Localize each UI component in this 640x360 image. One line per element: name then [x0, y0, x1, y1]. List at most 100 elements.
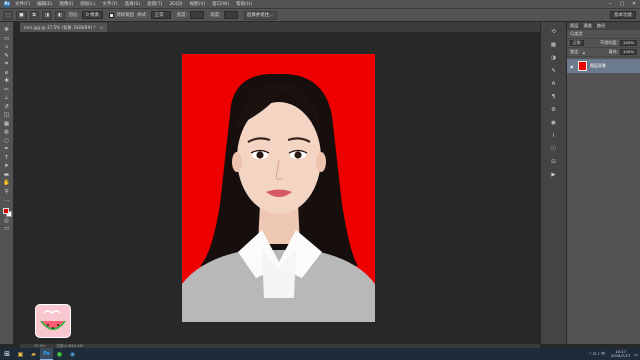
wechat-icon[interactable]: ●	[53, 348, 66, 360]
system-tray: ^ ⊡ ♪ 中 10:27 2018/7/27 ▭	[589, 348, 638, 360]
properties-icon[interactable]: ⚙	[550, 106, 558, 114]
photoshop-icon[interactable]: Ps	[40, 348, 53, 360]
fill-input[interactable]: 100%	[620, 49, 637, 55]
watermelon-icon	[40, 310, 66, 330]
clock[interactable]: 10:27 2018/7/27	[610, 349, 631, 358]
pen-tool[interactable]: ✒	[2, 145, 12, 154]
foreground-color-swatch[interactable]	[2, 207, 9, 214]
info-icon[interactable]: ⓘ	[550, 145, 558, 153]
actions-icon[interactable]: ▶	[550, 171, 558, 179]
adjustments-icon[interactable]: ◑	[550, 54, 558, 62]
antialias-label: 消除锯齿	[116, 13, 135, 18]
subtract-selection-button[interactable]: ◨	[41, 10, 53, 20]
height-input[interactable]	[223, 11, 238, 19]
height-label: 高度:	[210, 13, 221, 18]
paths-icon[interactable]: ⌇	[550, 132, 558, 140]
photoshop-logo-icon: Ps	[4, 1, 10, 7]
gradient-tool[interactable]: ▦	[2, 120, 12, 129]
menu-view[interactable]: 视图(V)	[190, 1, 206, 7]
filter-kind-select[interactable]: Ｑ类型	[570, 31, 583, 37]
menu-layer[interactable]: 图层(L)	[80, 1, 95, 7]
clone-stamp-tool[interactable]: ⊥	[2, 94, 12, 103]
style-label: 样式:	[137, 13, 148, 18]
layer-name: 图层背景	[590, 63, 606, 68]
crop-tool[interactable]: ⌗	[2, 60, 12, 69]
paragraph-icon[interactable]: ¶	[550, 93, 558, 101]
antialias-checkbox[interactable]	[109, 12, 115, 18]
visibility-eye-icon[interactable]: ◉	[570, 64, 575, 69]
folder-icon[interactable]: ▰	[27, 348, 40, 360]
quick-mask-icon[interactable]: ◎	[2, 217, 12, 226]
blur-tool[interactable]: ◍	[2, 128, 12, 137]
width-label: 宽度:	[176, 13, 188, 18]
minimize-button[interactable]: –	[604, 0, 616, 8]
screen-mode-icon[interactable]: ▭	[2, 225, 12, 234]
tab-channels[interactable]: 通道	[583, 23, 591, 29]
menu-select[interactable]: 选择(S)	[125, 1, 140, 7]
history-icon[interactable]: ⟲	[550, 28, 558, 36]
file-explorer-icon[interactable]: ▣	[14, 348, 27, 360]
character-icon[interactable]: A	[550, 80, 558, 88]
notification-icon[interactable]: ▭	[634, 352, 638, 357]
close-tab-icon[interactable]: ×	[100, 25, 104, 30]
type-tool[interactable]: T	[2, 154, 12, 163]
tab-paths[interactable]: 路径	[597, 23, 605, 29]
maximize-button[interactable]: ▢	[616, 0, 628, 8]
move-tool[interactable]: ✥	[2, 26, 12, 35]
watermelon-sticker-icon	[35, 304, 71, 338]
document-tab[interactable]: mm.jpg @ 37.5% (背景, RGB/8#) * ×	[20, 23, 108, 32]
eraser-tool[interactable]: ◫	[2, 111, 12, 120]
lasso-tool[interactable]: ↄ	[2, 43, 12, 52]
menu-file[interactable]: 文件(F)	[15, 1, 30, 7]
layer-filter-row: Ｑ类型	[567, 30, 640, 39]
lock-row: 锁定: 🔒︎ 填充: 100%	[567, 48, 640, 57]
blend-row: 正常 不透明度: 100%	[567, 39, 640, 48]
clock-date: 2018/7/27	[610, 353, 631, 358]
menu-edit[interactable]: 编辑(E)	[37, 1, 52, 7]
style-select[interactable]: 正常	[150, 11, 171, 19]
browser-icon[interactable]: ◉	[66, 348, 79, 360]
healing-tool[interactable]: ✚	[2, 77, 12, 86]
menu-image[interactable]: 图像(I)	[59, 1, 73, 7]
menu-window[interactable]: 窗口(W)	[212, 1, 229, 7]
feather-label: 羽化:	[68, 13, 79, 18]
portrait-photo[interactable]	[182, 54, 375, 322]
new-selection-button[interactable]: ■	[16, 10, 27, 20]
refine-edge-button[interactable]: 选择并遮住...	[243, 10, 277, 20]
shape-tool[interactable]: ▬	[2, 171, 12, 180]
channels-icon[interactable]: ◉	[550, 119, 558, 127]
intersect-selection-button[interactable]: ◧	[55, 10, 66, 20]
opacity-input[interactable]: 100%	[620, 40, 637, 46]
dodge-tool[interactable]: ○	[2, 137, 12, 146]
lock-icon[interactable]: 🔒︎	[583, 50, 585, 55]
start-button[interactable]: ⊞	[0, 348, 14, 360]
quick-select-tool[interactable]: ✎	[2, 52, 12, 61]
width-input[interactable]	[190, 11, 205, 19]
close-button[interactable]: ✕	[628, 0, 640, 8]
menu-3d[interactable]: 3D(D)	[169, 2, 182, 7]
tab-layers[interactable]: 图层	[570, 23, 578, 29]
hand-tool[interactable]: ✋	[2, 179, 12, 188]
brush-settings-icon[interactable]: ✎	[550, 67, 558, 75]
tool-preset-button[interactable]: ⬚	[3, 10, 14, 20]
layer-item[interactable]: ◉ 图层背景	[567, 59, 640, 73]
history-brush-tool[interactable]: ↺	[2, 103, 12, 112]
brush-tool[interactable]: ✏	[2, 86, 12, 95]
add-selection-button[interactable]: ⧉	[29, 10, 39, 20]
menu-filter[interactable]: 滤镜(T)	[147, 1, 162, 7]
layers-panel: 图层 通道 路径 Ｑ类型 正常 不透明度: 100% 锁定: 🔒︎ 填充: 10…	[566, 22, 640, 344]
zoom-tool[interactable]: ⚲	[2, 188, 12, 197]
blend-mode-select[interactable]: 正常	[570, 40, 584, 46]
more-tools[interactable]: …	[2, 196, 12, 205]
menu-help[interactable]: 帮助(H)	[236, 1, 252, 7]
photoshop-window: Ps 文件(F) 编辑(E) 图像(I) 图层(L) 文字(Y) 选择(S) 滤…	[0, 0, 640, 360]
tray-icons[interactable]: ^ ⊡ ♪ 中	[589, 351, 605, 357]
path-select-tool[interactable]: ➤	[2, 162, 12, 171]
navigator-icon[interactable]: ⊡	[550, 158, 558, 166]
marquee-tool[interactable]: ▭	[2, 35, 12, 44]
workspace-select[interactable]: 基本功能	[610, 11, 636, 19]
feather-input[interactable]: 0 像素	[81, 11, 104, 19]
eyedropper-tool[interactable]: ⌀	[2, 69, 12, 78]
menu-type[interactable]: 文字(Y)	[102, 1, 117, 7]
swatches-icon[interactable]: ▦	[550, 41, 558, 49]
